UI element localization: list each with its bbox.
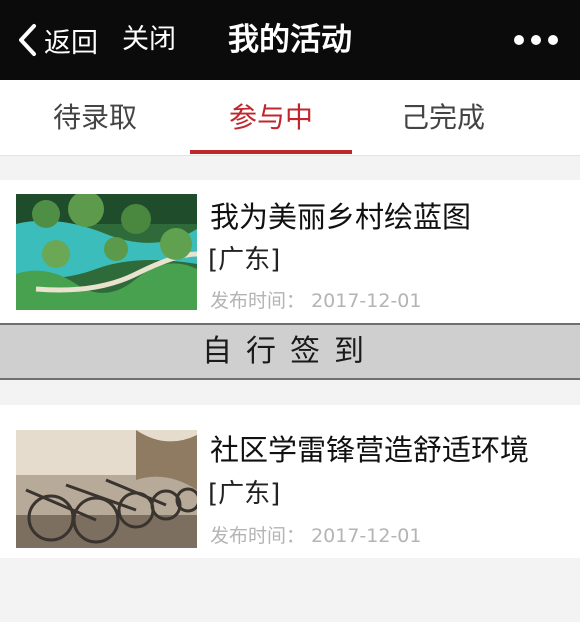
more-dot-icon xyxy=(514,35,524,45)
activity-thumbnail xyxy=(16,430,197,548)
activity-title: 我为美丽乡村绘蓝图 xyxy=(210,200,472,234)
more-options-button[interactable] xyxy=(514,30,558,50)
activity-title: 社区学雷锋营造舒适环境 xyxy=(210,433,530,467)
page-title: 我的活动 xyxy=(228,22,352,58)
date-label: 发布时间： xyxy=(210,525,306,547)
activity-region: [广东] xyxy=(208,245,281,275)
tab-pending[interactable]: 待录取 xyxy=(0,80,190,156)
active-tab-indicator xyxy=(190,150,352,154)
activity-date: 发布时间： 2017-12-01 xyxy=(210,286,421,313)
activity-card[interactable]: 我为美丽乡村绘蓝图 [广东] 发布时间： 2017-12-01 xyxy=(0,180,580,323)
self-checkin-button[interactable]: 自行签到 xyxy=(0,323,580,380)
more-dot-icon xyxy=(548,35,558,45)
activity-date: 发布时间： 2017-12-01 xyxy=(210,521,421,548)
top-navbar: 返回 关闭 我的活动 xyxy=(0,0,580,80)
tab-in-progress[interactable]: 参与中 xyxy=(190,80,352,156)
activity-thumbnail xyxy=(16,194,197,310)
date-value: 2017-12-01 xyxy=(311,290,422,312)
more-dot-icon xyxy=(531,35,541,45)
date-label: 发布时间： xyxy=(210,290,306,312)
status-tabs: 待录取 参与中 己完成 xyxy=(0,80,580,156)
tab-completed[interactable]: 己完成 xyxy=(352,80,534,156)
date-value: 2017-12-01 xyxy=(311,525,422,547)
activity-card[interactable]: 社区学雷锋营造舒适环境 [广东] 发布时间： 2017-12-01 xyxy=(0,405,580,558)
activity-region: [广东] xyxy=(208,479,281,509)
